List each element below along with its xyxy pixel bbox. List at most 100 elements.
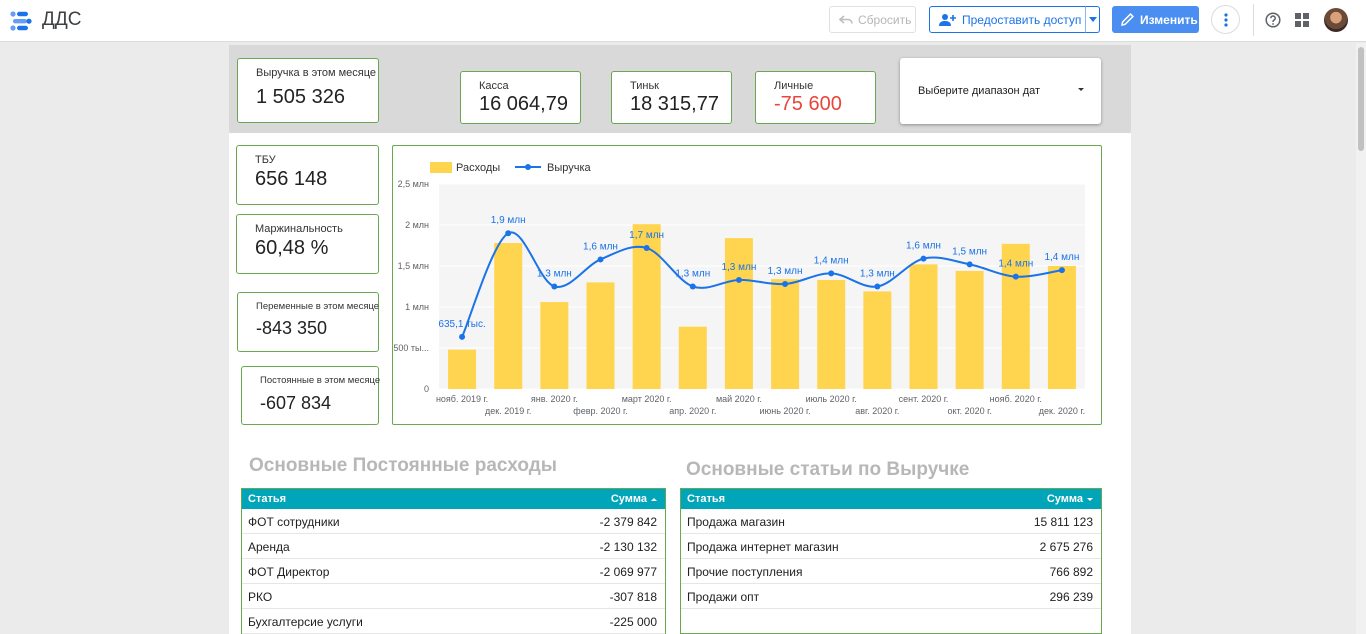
apps-grid-icon[interactable] — [1295, 13, 1309, 27]
edit-button-label: Изменить — [1140, 12, 1198, 27]
column-header-sum-label: Сумма — [1046, 493, 1083, 505]
toolbar-divider — [1253, 4, 1254, 36]
x-tick-label: февр. 2020 г. — [573, 406, 627, 416]
more-vert-icon — [1223, 12, 1228, 27]
user-avatar[interactable] — [1324, 8, 1348, 32]
kpi-value: -843 350 — [256, 318, 328, 338]
plot-area — [439, 184, 1085, 389]
reset-button-label: Сбросить — [858, 12, 912, 27]
legend-marker-revenue — [525, 164, 531, 170]
add-person-icon — [939, 13, 956, 26]
table-row[interactable]: Бухгалтерсие услуги -225 000 — [242, 609, 665, 634]
kpi-margin[interactable]: Маржинальность 60,48 % — [236, 214, 379, 274]
kpi-value: 60,48 % — [255, 237, 329, 259]
revenue-point — [1058, 267, 1065, 274]
kpi-variable[interactable]: Переменные в этом месяце -843 350 — [237, 292, 379, 352]
table-row[interactable]: ФОТ Директор -2 069 977 — [242, 559, 665, 584]
row-sum: 15 811 123 — [1033, 515, 1093, 529]
kpi-tbu[interactable]: ТБУ 656 148 — [236, 145, 379, 205]
table-row[interactable]: Продажи опт 296 239 — [681, 584, 1101, 609]
kpi-value: -75 600 — [774, 93, 842, 115]
kpi-tink[interactable]: Тиньк 18 315,77 — [611, 71, 732, 124]
kpi-personal[interactable]: Личные -75 600 — [755, 71, 876, 124]
row-article: Прочие поступления — [687, 565, 803, 579]
kpi-label: Выручка в этом месяце — [256, 67, 377, 79]
column-header-article[interactable]: Статья — [248, 493, 286, 505]
revenue-data-label: 1,5 млн — [952, 246, 987, 257]
more-options-button[interactable] — [1211, 5, 1240, 34]
x-tick-label: нояб. 2020 г. — [990, 394, 1042, 404]
revenue-point — [643, 244, 650, 251]
table-row[interactable]: РКО -307 818 — [242, 584, 665, 609]
revenue-point — [505, 230, 512, 237]
date-range-label: Выберите диапазон дат — [918, 85, 1041, 97]
revenue-items-table[interactable]: Статья Сумма Продажа магазин 15 811 123 Пр… — [680, 488, 1102, 634]
kpi-label: Личные — [774, 80, 814, 92]
table-row[interactable]: ФОТ сотрудники -2 379 842 — [242, 509, 665, 534]
expense-bar — [494, 243, 523, 389]
y-tick-label: 2,5 млн — [398, 179, 429, 189]
y-tick-label: 0 — [424, 384, 429, 394]
revenue-point — [689, 283, 696, 290]
revenue-point — [459, 333, 466, 340]
revenue-data-label: 1,3 млн — [675, 269, 710, 280]
reset-button[interactable]: Сбросить — [829, 6, 916, 33]
column-header-article[interactable]: Статья — [687, 493, 725, 505]
expense-bar — [955, 270, 984, 389]
help-icon[interactable] — [1265, 12, 1281, 28]
expense-bar — [771, 279, 800, 389]
revenue-data-label: 1,3 млн — [537, 269, 572, 280]
table-row[interactable]: Продажа интернет магазин 2 675 276 — [681, 534, 1101, 559]
revenue-point — [966, 261, 973, 268]
revenue-data-label: 1,7 млн — [629, 230, 664, 241]
revenue-data-label: 1,4 млн — [1044, 252, 1079, 263]
revenue-items-title: Основные статьи по Выручке — [686, 459, 970, 480]
x-tick-label: июль 2020 г. — [806, 394, 857, 404]
kpi-revenue-month[interactable]: Выручка в этом месяце 1 505 326 — [237, 58, 379, 123]
share-options-button[interactable] — [1085, 6, 1100, 33]
page-scrollbar[interactable] — [1356, 43, 1366, 634]
revenue-point — [551, 283, 558, 290]
kpi-label: Переменные в этом месяце — [256, 301, 380, 312]
date-range-picker[interactable]: Выберите диапазон дат — [900, 58, 1101, 124]
revenue-data-label: 1,3 млн — [768, 266, 803, 277]
x-tick-label: янв. 2020 г. — [531, 394, 578, 404]
revenue-point — [735, 276, 742, 283]
expense-bar — [678, 326, 707, 389]
y-tick-label: 1,5 млн — [398, 261, 429, 271]
fixed-costs-table[interactable]: Статья Сумма ФОТ сотрудники -2 379 842 Аре… — [241, 488, 666, 634]
expense-bar — [1047, 266, 1076, 389]
x-tick-label: март 2020 г. — [622, 394, 672, 404]
x-tick-label: авг. 2020 г. — [855, 406, 899, 416]
edit-button[interactable]: Изменить — [1112, 6, 1199, 33]
expense-bar — [817, 279, 846, 389]
table-row[interactable]: Аренда -2 130 132 — [242, 534, 665, 559]
revenue-point — [597, 256, 604, 263]
kpi-value: 1 505 326 — [256, 86, 345, 108]
kpi-label: Тиньк — [630, 80, 659, 92]
x-tick-label: окт. 2020 г. — [947, 406, 991, 416]
x-tick-label: май 2020 г. — [716, 394, 762, 404]
row-sum: 766 892 — [1049, 565, 1093, 579]
expense-bar — [909, 264, 938, 389]
expense-bar — [540, 302, 569, 389]
table-row[interactable]: Продажа магазин 15 811 123 — [681, 509, 1101, 534]
row-sum: 296 239 — [1049, 590, 1093, 604]
expense-bar — [448, 349, 477, 389]
row-article: Продажа интернет магазин — [687, 540, 839, 554]
kpi-kassa[interactable]: Касса 16 064,79 — [460, 71, 581, 124]
legend-label-revenue: Выручка — [547, 162, 592, 174]
kpi-value: -607 834 — [260, 393, 332, 413]
table-row[interactable]: Прочие поступления 766 892 — [681, 559, 1101, 584]
share-button[interactable]: Предоставить доступ — [929, 6, 1086, 33]
column-header-sum[interactable]: Сумма — [611, 493, 657, 505]
combo-chart[interactable]: 0 500 ты... 1 млн 1,5 млн 2 млн 2,5 млн 635,1 … — [392, 145, 1102, 425]
kpi-label: Маржинальность — [255, 223, 343, 235]
scrollbar-thumb[interactable] — [1358, 47, 1364, 151]
report-title[interactable]: ДДС — [42, 9, 81, 31]
column-header-sum[interactable]: Сумма — [1047, 493, 1093, 505]
kpi-fixed[interactable]: Постоянные в этом месяце -607 834 — [241, 366, 380, 425]
revenue-data-label: 635,1 тыс. — [438, 319, 485, 330]
revenue-point — [828, 270, 835, 277]
row-sum: -225 000 — [609, 615, 657, 629]
